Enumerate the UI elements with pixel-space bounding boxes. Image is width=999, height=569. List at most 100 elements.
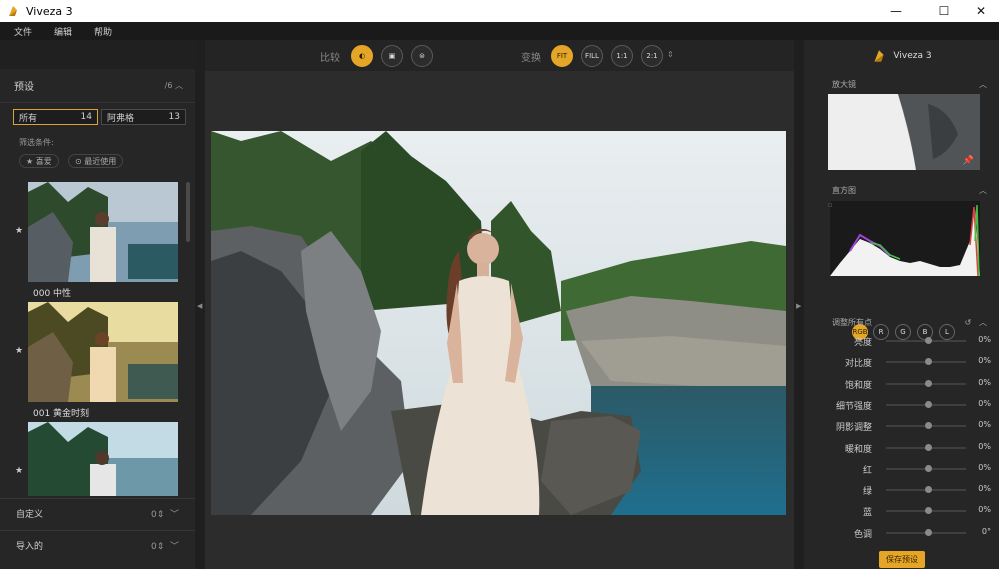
- title-bar: Viveza 3 — ☐ ✕: [0, 0, 999, 22]
- imported-section[interactable]: 导入的 0⇕ ﹀: [0, 530, 195, 560]
- slider-value: 0%: [978, 398, 991, 408]
- histogram-header[interactable]: 直方图 ︿: [804, 182, 999, 198]
- adjust-header-controls: ↺ ︿: [965, 317, 987, 328]
- split-view-icon: ▣: [388, 52, 396, 60]
- slider-handle[interactable]: [924, 337, 932, 344]
- preset-thumb-000[interactable]: [28, 182, 178, 282]
- slider-value: 0%: [978, 462, 991, 472]
- compare-side-button[interactable]: ⊜: [411, 45, 433, 67]
- tab-all-count: 14: [80, 112, 92, 122]
- presets-header-controls: /6 ︿: [165, 80, 183, 91]
- zoom-1-1-label: 1:1: [616, 52, 628, 60]
- chevron-down-icon[interactable]: ﹀: [170, 510, 179, 520]
- tab-afg[interactable]: 阿弗格 13: [101, 109, 186, 125]
- slider-value: 0%: [978, 377, 991, 387]
- slider-label: 阴影调整: [835, 423, 872, 434]
- close-button[interactable]: ✕: [965, 0, 997, 22]
- left-collapse-handle[interactable]: ◀: [195, 40, 205, 569]
- slider-handle[interactable]: [924, 528, 932, 536]
- slider-handle[interactable]: [924, 464, 932, 472]
- pin-icon[interactable]: 📌: [963, 156, 974, 166]
- filter-recent[interactable]: ⊙ 最近使用: [68, 154, 124, 168]
- slider-label: 亮度: [853, 338, 872, 348]
- slider-row: 绿 0%: [804, 480, 999, 500]
- presets-title: 预设: [14, 82, 34, 93]
- zoom-fill-label: FILL: [585, 52, 599, 60]
- preset-thumb-002[interactable]: [28, 422, 178, 496]
- viveza-logo-icon: [9, 6, 17, 16]
- slider-row: 红 0%: [804, 459, 999, 479]
- slider-handle[interactable]: [924, 400, 932, 408]
- minimize-button[interactable]: —: [880, 0, 912, 22]
- filter-favorites[interactable]: ★ 喜爱: [19, 154, 59, 168]
- chevron-up-icon[interactable]: ︿: [979, 79, 987, 90]
- preset-thumb-001[interactable]: [28, 302, 178, 402]
- slider-handle[interactable]: [924, 358, 932, 366]
- histogram-title: 直方图: [832, 185, 856, 195]
- brand-title: Viveza 3: [893, 50, 932, 61]
- slider-value: 0%: [978, 356, 991, 366]
- slider-label: 暖和度: [844, 444, 872, 455]
- adjust-header[interactable]: 调整所有点 ↺ ︿: [804, 314, 999, 330]
- zoom-fit-label: FIT: [556, 52, 568, 60]
- slider-value: 0°: [981, 526, 991, 536]
- slider-label: 绿: [862, 487, 872, 498]
- right-collapse-handle[interactable]: ▶: [794, 40, 804, 569]
- slider-row: 亮度 0%: [804, 331, 999, 351]
- zoom-fit-button[interactable]: FIT: [551, 45, 573, 67]
- preset-thumb-image: [28, 422, 178, 496]
- chevron-down-icon[interactable]: ﹀: [170, 542, 179, 552]
- slider-value: 0%: [978, 505, 991, 515]
- histogram-graph: [830, 204, 980, 277]
- zoom-stepper-icon[interactable]: ⇕: [667, 50, 674, 59]
- menu-file[interactable]: 文件: [14, 25, 32, 38]
- slider-handle[interactable]: [924, 507, 932, 515]
- loupe-preview[interactable]: 📌: [828, 94, 980, 170]
- tab-all-label: 所有: [19, 113, 38, 124]
- save-preset-button[interactable]: 保存预设: [879, 551, 925, 568]
- slider-handle[interactable]: [924, 443, 932, 451]
- favorite-star-icon[interactable]: ★: [15, 466, 23, 476]
- loupe-image: [828, 94, 980, 170]
- compare-single-button[interactable]: ◐: [351, 45, 373, 67]
- slider-label: 红: [862, 465, 872, 476]
- clipping-indicator-icon[interactable]: ▫: [828, 201, 833, 209]
- loupe-header[interactable]: 放大镜 ︿: [804, 76, 999, 92]
- compare-label: 比较: [320, 53, 340, 64]
- chevron-up-icon[interactable]: ︿: [175, 81, 183, 90]
- zoom-fill-button[interactable]: FILL: [581, 45, 603, 67]
- preview-photo[interactable]: [211, 131, 786, 515]
- favorite-star-icon[interactable]: ★: [15, 226, 23, 236]
- slider-row: 色调 0°: [804, 523, 999, 543]
- slider-handle[interactable]: [924, 422, 932, 430]
- presets-scrollbar[interactable]: [186, 182, 190, 242]
- slider-label: 色调: [853, 529, 872, 540]
- custom-section[interactable]: 自定义 0⇕ ﹀: [0, 498, 195, 528]
- imported-section-controls: 0⇕ ﹀: [150, 542, 179, 552]
- reset-icon[interactable]: ↺: [965, 318, 972, 327]
- zoom-2-1-label: 2:1: [646, 52, 658, 60]
- preview-image: [211, 131, 786, 515]
- tab-all[interactable]: 所有 14: [13, 109, 98, 125]
- slider-label: 对比度: [844, 359, 872, 370]
- slider-label: 饱和度: [844, 380, 872, 391]
- menu-edit[interactable]: 编辑: [54, 25, 72, 38]
- histogram: [830, 201, 980, 277]
- compare-split-button[interactable]: ▣: [381, 45, 403, 67]
- zoom-1-1-button[interactable]: 1:1: [611, 45, 633, 67]
- preset-label-001: 001 黄金时刻: [33, 409, 90, 419]
- adjust-title: 调整所有点: [832, 317, 872, 327]
- preview-area: 比较 ◐ ▣ ⊜ 变换 FIT FILL 1:1 2:1 ⇕: [205, 40, 794, 569]
- slider-value: 0%: [978, 484, 991, 494]
- maximize-button[interactable]: ☐: [928, 0, 960, 22]
- slider-handle[interactable]: [924, 379, 932, 387]
- menu-help[interactable]: 帮助: [94, 25, 112, 38]
- transform-label: 变换: [521, 53, 541, 64]
- chevron-up-icon[interactable]: ︿: [979, 318, 987, 327]
- slider-handle[interactable]: [924, 486, 932, 494]
- presets-header[interactable]: 预设 /6 ︿: [0, 69, 195, 103]
- chevron-up-icon[interactable]: ︿: [979, 185, 987, 196]
- slider-row: 暖和度 0%: [804, 438, 999, 458]
- zoom-2-1-button[interactable]: 2:1: [641, 45, 663, 67]
- favorite-star-icon[interactable]: ★: [15, 346, 23, 356]
